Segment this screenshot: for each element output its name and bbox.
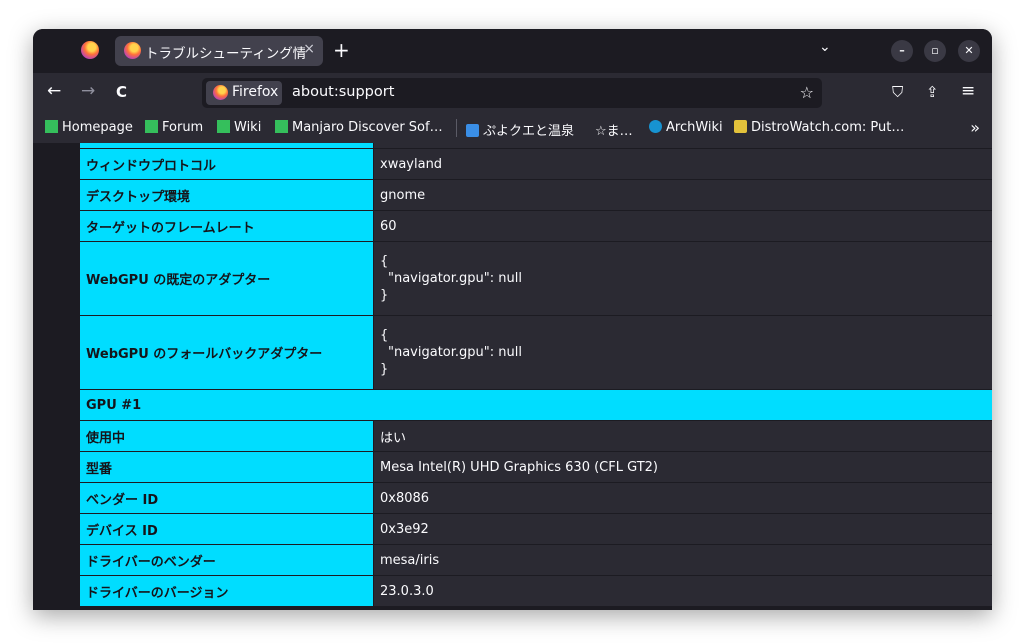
table-value: mesa/iris	[373, 544, 992, 576]
tab-strip: トラブルシューティング情報 × + ⌄ – ▫ ✕	[33, 29, 992, 73]
bookmark-puyoque[interactable]: ぷよクエと温泉	[466, 120, 574, 139]
bookmark-archwiki[interactable]: ArchWiki	[649, 120, 723, 135]
navigation-bar: ← → C Firefox about:support ☆ ⛉ ⇪ ≡	[33, 73, 992, 113]
bookmarks-overflow-icon[interactable]: »	[970, 118, 980, 137]
site-icon	[466, 124, 479, 137]
table-row: ドライバーのベンダー mesa/iris	[79, 544, 992, 576]
app-menu-button[interactable]: ≡	[961, 81, 975, 101]
table-value: xwayland	[373, 148, 992, 180]
table-row: ターゲットのフレームレート 60	[79, 210, 992, 242]
table-value: { "navigator.gpu": null }	[373, 315, 992, 390]
share-icon[interactable]: ⇪	[926, 83, 939, 101]
support-table: ウィンドウプロトコル xwayland デスクトップ環境 gnome ターゲット…	[79, 143, 992, 607]
bookmark-homepage[interactable]: Homepage	[45, 120, 133, 135]
table-row: デスクトップ環境 gnome	[79, 179, 992, 211]
manjaro-icon	[275, 120, 288, 133]
list-all-tabs-icon[interactable]: ⌄	[819, 39, 831, 55]
table-key: デスクトップ環境	[79, 179, 374, 211]
manjaro-icon	[217, 120, 230, 133]
bookmark-wiki[interactable]: Wiki	[217, 120, 261, 135]
url-input[interactable]: about:support	[292, 84, 394, 100]
manjaro-icon	[145, 120, 158, 133]
bookmark-forum[interactable]: Forum	[145, 120, 203, 135]
table-key: ウィンドウプロトコル	[79, 148, 374, 180]
table-value: 0x8086	[373, 482, 992, 514]
table-row: 型番 Mesa Intel(R) UHD Graphics 630 (CFL G…	[79, 451, 992, 483]
table-key: WebGPU のフォールバックアダプター	[79, 315, 374, 390]
close-window-button[interactable]: ✕	[958, 40, 980, 62]
table-row: ウィンドウプロトコル xwayland	[79, 148, 992, 180]
bookmark-manjaro-discover[interactable]: Manjaro Discover Sof…	[275, 120, 443, 135]
table-value: Mesa Intel(R) UHD Graphics 630 (CFL GT2)	[373, 451, 992, 483]
table-row: ドライバーのバージョン 23.0.3.0	[79, 575, 992, 607]
table-value: 0x3e92	[373, 513, 992, 545]
firefox-icon	[124, 42, 141, 59]
minimize-button[interactable]: –	[891, 40, 913, 62]
pocket-icon[interactable]: ⛉	[892, 83, 903, 101]
table-value: { "navigator.gpu": null }	[373, 241, 992, 316]
tab-troubleshooting[interactable]: トラブルシューティング情報 ×	[115, 36, 323, 66]
page-content[interactable]: ウィンドウプロトコル xwayland デスクトップ環境 gnome ターゲット…	[33, 143, 992, 610]
table-key: ベンダー ID	[79, 482, 374, 514]
table-key: ドライバーのバージョン	[79, 575, 374, 607]
firefox-view-icon[interactable]	[81, 41, 99, 59]
table-value: はい	[373, 420, 992, 452]
bookmark-star-icon[interactable]: ☆	[800, 83, 814, 102]
table-key: WebGPU の既定のアダプター	[79, 241, 374, 316]
table-value: gnome	[373, 179, 992, 211]
table-key: デバイス ID	[79, 513, 374, 545]
bookmark-separator	[456, 119, 457, 137]
table-row: ベンダー ID 0x8086	[79, 482, 992, 514]
maximize-button[interactable]: ▫	[924, 40, 946, 62]
forward-button[interactable]: →	[81, 81, 95, 101]
table-row: WebGPU の既定のアダプター { "navigator.gpu": null…	[79, 241, 992, 316]
table-value: 23.0.3.0	[373, 575, 992, 607]
table-key: 型番	[79, 451, 374, 483]
distrowatch-icon	[734, 120, 747, 133]
manjaro-icon	[45, 120, 58, 133]
new-tab-button[interactable]: +	[333, 38, 350, 62]
table-row: デバイス ID 0x3e92	[79, 513, 992, 545]
table-key: 使用中	[79, 420, 374, 452]
bookmarks-toolbar: Homepage Forum Wiki Manjaro Discover Sof…	[33, 113, 992, 143]
identity-box[interactable]: Firefox	[206, 81, 282, 105]
table-key: ターゲットのフレームレート	[79, 210, 374, 242]
section-header: GPU #1	[79, 389, 992, 421]
url-bar[interactable]: Firefox about:support ☆	[202, 78, 822, 108]
browser-window: トラブルシューティング情報 × + ⌄ – ▫ ✕ ← → C Firefox …	[33, 29, 992, 610]
table-row: WebGPU のフォールバックアダプター { "navigator.gpu": …	[79, 315, 992, 390]
archwiki-icon	[649, 120, 662, 133]
tab-close-icon[interactable]: ×	[303, 41, 315, 57]
bookmark-ma[interactable]: ☆ま…	[595, 120, 633, 139]
tab-title: トラブルシューティング情報	[145, 46, 305, 62]
section-header-row: GPU #1	[79, 389, 992, 421]
identity-label: Firefox	[232, 84, 279, 100]
table-value: 60	[373, 210, 992, 242]
back-button[interactable]: ←	[47, 81, 61, 101]
firefox-icon	[213, 85, 228, 100]
table-row: 使用中 はい	[79, 420, 992, 452]
table-key: ドライバーのベンダー	[79, 544, 374, 576]
reload-button[interactable]: C	[116, 83, 127, 101]
bookmark-distrowatch[interactable]: DistroWatch.com: Put…	[734, 120, 904, 135]
